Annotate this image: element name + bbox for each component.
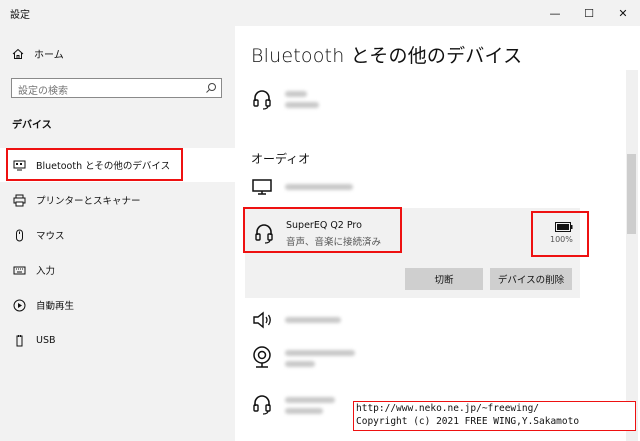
keyboard-icon [12,263,26,277]
device-text-blurred [285,349,355,367]
headset-icon [253,395,271,415]
device-text-blurred [285,184,353,190]
sidebar-item-label: 自動再生 [36,301,75,312]
device-text-blurred [285,90,319,108]
search-input[interactable] [12,81,204,102]
device-item[interactable] [251,177,353,197]
headset-icon [253,90,271,110]
sidebar-item-printers[interactable]: プリンターとスキャナー [0,183,235,217]
title-bar: 設定 — ☐ ✕ [0,0,640,26]
device-item[interactable] [251,393,335,417]
device-item[interactable] [251,88,319,110]
device-text-blurred [285,317,341,323]
page-title: Bluetooth とその他のデバイス [251,45,523,67]
sidebar-item-label: USB [36,334,56,346]
speaker-icon [253,311,271,329]
sidebar-item-label: 入力 [36,266,56,277]
device-text-blurred [285,396,335,414]
sidebar-item-mouse[interactable]: マウス [0,218,235,252]
disconnect-button[interactable]: 切断 [405,268,483,290]
sidebar-item-label: プリンターとスキャナー [36,196,141,207]
copyright-url: http://www.neko.ne.jp/~freewing/ [356,403,540,414]
sidebar-item-label: マウス [36,231,65,242]
window-title: 設定 [10,10,30,21]
highlight-device-name [243,207,402,253]
highlight-battery [531,211,589,257]
mouse-icon [12,228,26,242]
sidebar-item-input[interactable]: 入力 [0,253,235,287]
audio-section-header: オーディオ [251,152,311,166]
highlight-bluetooth-item [6,148,183,181]
sidebar-item-usb[interactable]: USB [0,323,235,357]
usb-icon [12,333,26,347]
device-item[interactable] [251,345,355,371]
home-label: ホーム [34,50,64,61]
copyright-watermark: http://www.neko.ne.jp/~freewing/ Copyrig… [353,401,636,431]
section-title: デバイス [12,120,52,131]
copyright-text: Copyright (c) 2021 FREE WING,Y.Sakamoto [356,416,580,427]
scrollbar-track[interactable] [626,70,638,441]
close-button[interactable]: ✕ [600,0,640,26]
sidebar-item-autoplay[interactable]: 自動再生 [0,288,235,322]
webcam-icon [253,346,271,368]
remove-device-button[interactable]: デバイスの削除 [490,268,572,290]
home-icon [12,48,24,59]
home-link[interactable]: ホーム [12,46,64,61]
scrollbar-thumb[interactable] [627,154,636,234]
search-icon [206,83,216,93]
printer-icon [12,193,26,207]
device-item[interactable] [251,309,341,331]
settings-search[interactable] [11,78,222,102]
autoplay-icon [12,298,26,312]
monitor-icon [252,179,272,195]
